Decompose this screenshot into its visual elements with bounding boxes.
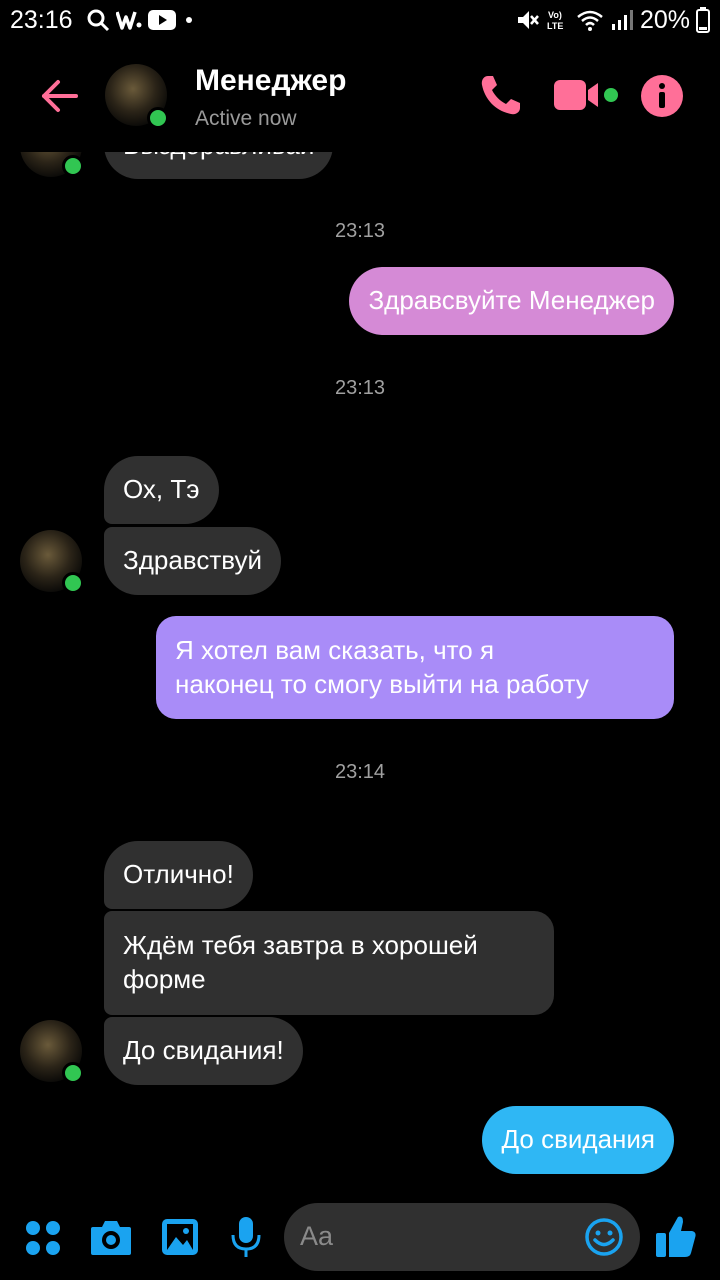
- chat-header: Менеджер Active now: [0, 40, 720, 152]
- microphone-icon[interactable]: [230, 1215, 262, 1259]
- battery-percent: 20%: [639, 5, 690, 34]
- message-list[interactable]: Выздоравливай 23:13 Здравсвуйте Менеджер…: [0, 40, 720, 1195]
- svg-text:Vo): Vo): [548, 10, 562, 20]
- incoming-message[interactable]: Ох, Тэ: [104, 456, 219, 524]
- outgoing-message[interactable]: До свидания: [482, 1106, 674, 1174]
- dot-icon: [186, 17, 192, 23]
- emoji-icon[interactable]: [584, 1217, 624, 1257]
- gallery-icon[interactable]: [160, 1217, 200, 1257]
- video-call-icon[interactable]: [552, 78, 620, 114]
- incoming-message[interactable]: Отлично!: [104, 841, 253, 909]
- mute-icon: [517, 11, 539, 29]
- svg-text:LTE: LTE: [547, 21, 563, 31]
- info-icon[interactable]: [640, 74, 684, 118]
- status-bar: 23:16 Vo) LTE 20%: [0, 0, 720, 40]
- contact-name[interactable]: Менеджер: [195, 64, 346, 98]
- status-time: 23:16: [10, 6, 73, 34]
- timestamp: 23:13: [334, 220, 386, 242]
- online-indicator: [62, 155, 84, 177]
- online-indicator: [62, 1062, 84, 1084]
- message-input-placeholder: Aa: [300, 1221, 334, 1251]
- search-icon: [87, 9, 110, 32]
- outgoing-message[interactable]: Здравсвуйте Менеджер: [349, 267, 674, 335]
- volte-icon: Vo)LTE: [547, 10, 563, 31]
- incoming-message[interactable]: Здравствуй: [104, 527, 281, 595]
- online-indicator: [147, 107, 169, 129]
- call-icon[interactable]: [478, 72, 524, 118]
- online-indicator: [62, 572, 84, 594]
- incoming-message[interactable]: До свидания!: [104, 1017, 303, 1085]
- timestamp: 23:13: [334, 377, 386, 399]
- w-app-icon: [116, 11, 142, 30]
- thumbs-up-icon[interactable]: [654, 1213, 698, 1259]
- camera-icon[interactable]: [89, 1217, 133, 1257]
- message-composer: Aa: [0, 1195, 720, 1280]
- incoming-message[interactable]: Ждём тебя завтра в хорошей форме: [104, 911, 554, 1015]
- timestamp: 23:14: [334, 761, 386, 783]
- message-input[interactable]: Aa: [284, 1203, 640, 1271]
- back-arrow-icon[interactable]: [38, 74, 82, 118]
- signal-icon: [611, 10, 633, 30]
- wifi-icon: [577, 10, 603, 31]
- menu-dots-icon[interactable]: [24, 1219, 62, 1257]
- battery-icon: [696, 7, 710, 33]
- youtube-icon: [148, 10, 176, 30]
- outgoing-message[interactable]: Я хотел вам сказать, что я наконец то см…: [156, 616, 674, 719]
- presence-status: Active now: [195, 107, 297, 130]
